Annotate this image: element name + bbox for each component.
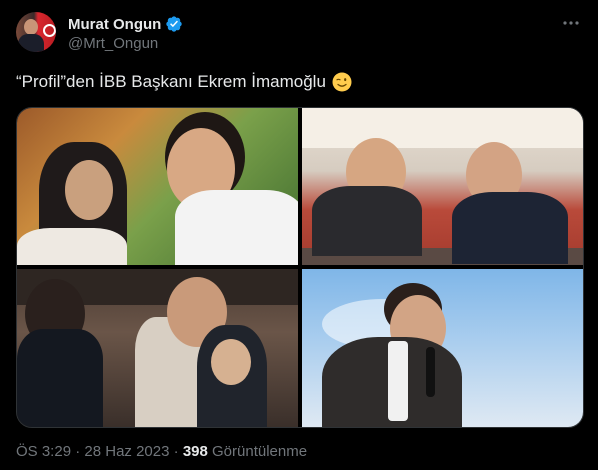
photo-face-woman-headscarf <box>211 339 251 385</box>
tweet-date[interactable]: 28 Haz 2023 <box>84 443 169 460</box>
more-options-icon[interactable] <box>560 14 582 32</box>
avatar-suit <box>18 34 44 52</box>
tweet-time[interactable]: ÖS 3:29 <box>16 443 71 460</box>
tweet-text: “Profil”den İBB Başkanı Ekrem İmamoğlu <box>16 72 352 92</box>
photo-suit-man-left <box>17 329 103 427</box>
tweet-meta: ÖS 3:29 · 28 Haz 2023 · 398 Görüntülenme <box>16 443 307 460</box>
verified-badge-icon <box>166 16 183 32</box>
author-display-name[interactable]: Murat Ongun <box>68 16 161 33</box>
photo-shirt-man <box>175 190 298 265</box>
meta-separator: · <box>75 443 81 460</box>
media-photo-3[interactable] <box>17 269 298 427</box>
meta-separator: · <box>173 443 179 460</box>
tweet-text-content: “Profil”den İBB Başkanı Ekrem İmamoğlu <box>16 72 326 91</box>
photo-face-woman <box>65 160 113 220</box>
tweet-card[interactable]: Murat Ongun @Mrt_Ongun “Profil”den İBB B… <box>0 0 598 470</box>
photo-ceiling <box>302 108 583 148</box>
winking-face-emoji-icon <box>332 72 352 92</box>
photo-microphone <box>426 347 435 397</box>
avatar-logo <box>43 24 56 37</box>
author-name-line: Murat Ongun <box>68 14 183 34</box>
photo-vest-man <box>312 186 422 256</box>
media-photo-4[interactable] <box>302 269 583 427</box>
photo-shirt-speaker <box>388 341 408 421</box>
media-photo-1[interactable] <box>17 108 298 265</box>
views-count: 398 <box>182 443 208 460</box>
author-handle[interactable]: @Mrt_Ongun <box>68 35 158 52</box>
avatar[interactable] <box>16 12 56 52</box>
media-grid <box>16 107 584 428</box>
views-label: Görüntülenme <box>212 443 308 460</box>
avatar-face <box>24 19 38 35</box>
photo-garment <box>17 228 127 265</box>
photo-coat-man <box>452 192 568 264</box>
media-photo-2[interactable] <box>302 108 583 265</box>
